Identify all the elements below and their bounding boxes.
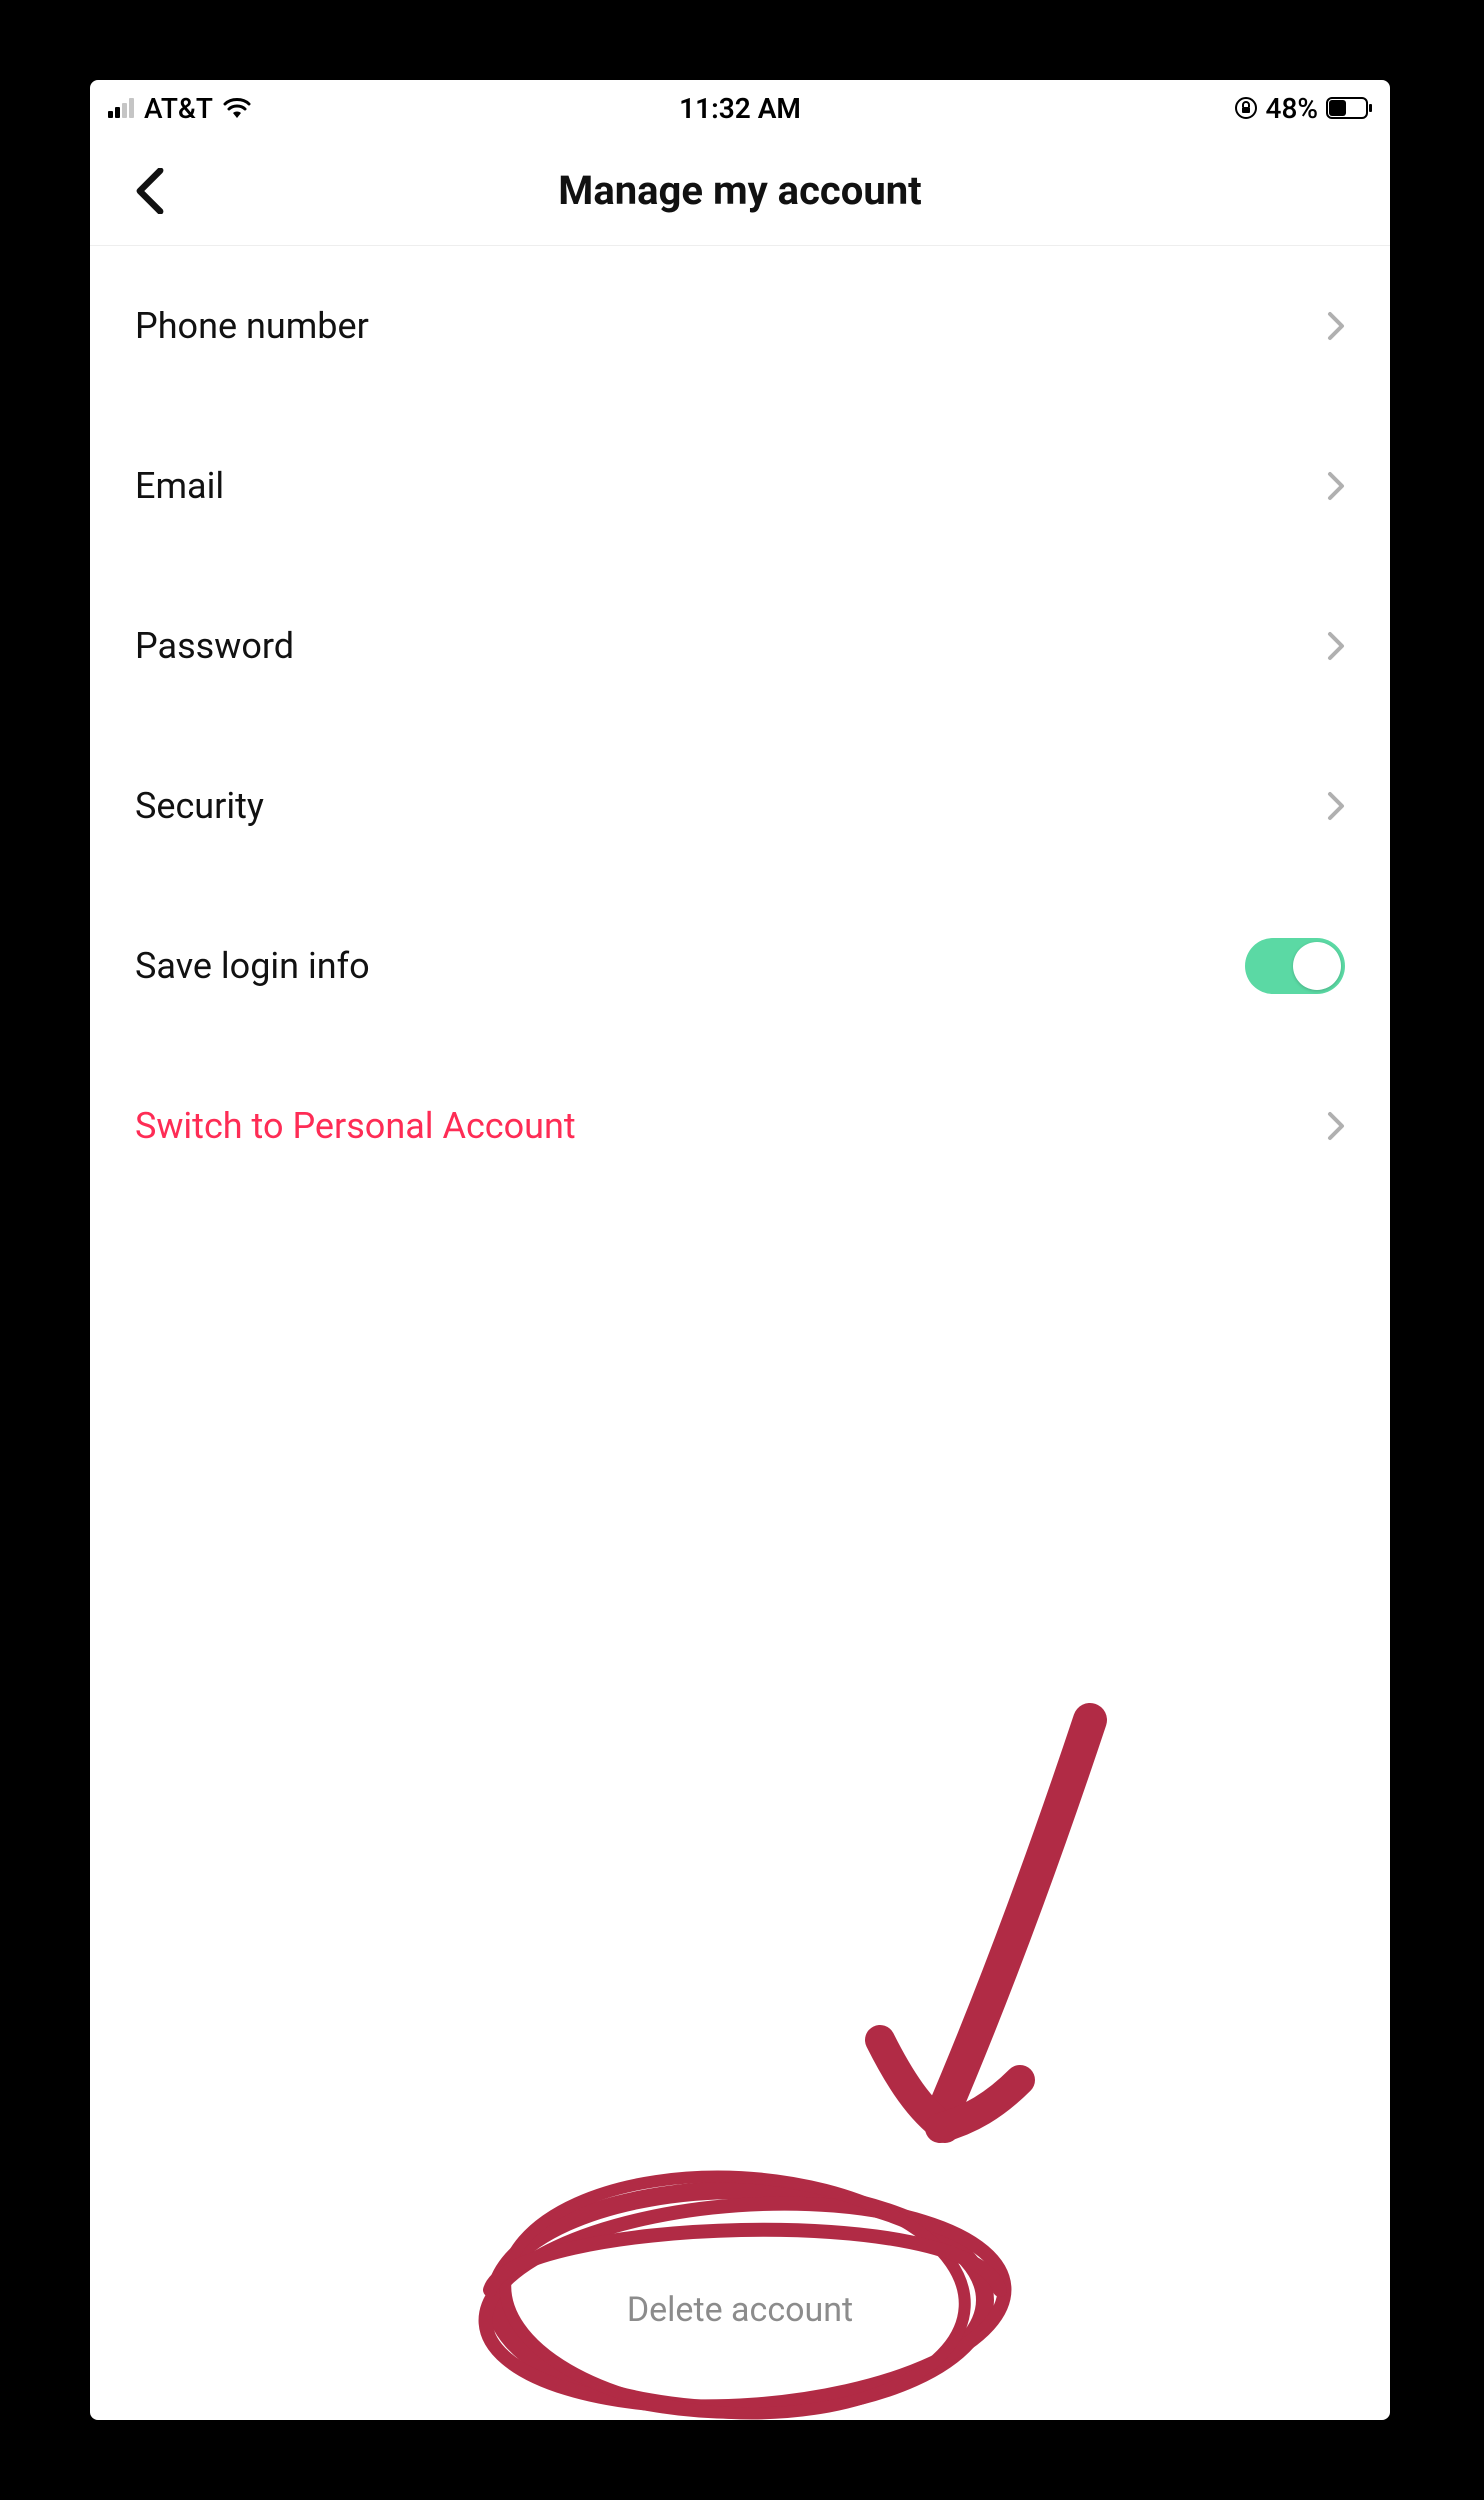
row-password[interactable]: Password bbox=[90, 566, 1390, 726]
row-label: Security bbox=[135, 785, 264, 827]
battery-icon bbox=[1326, 97, 1372, 119]
row-phone-number[interactable]: Phone number bbox=[90, 246, 1390, 406]
row-security[interactable]: Security bbox=[90, 726, 1390, 886]
chevron-left-icon bbox=[133, 168, 167, 214]
row-email[interactable]: Email bbox=[90, 406, 1390, 566]
status-left: AT&T bbox=[108, 92, 251, 125]
delete-account-area: Delete account bbox=[90, 2200, 1390, 2420]
row-save-login-info[interactable]: Save login info bbox=[90, 886, 1390, 1046]
row-label: Save login info bbox=[135, 945, 370, 987]
chevron-right-icon bbox=[1327, 1111, 1345, 1141]
row-switch-account-type[interactable]: Switch to Personal Account bbox=[90, 1046, 1390, 1206]
settings-list: Phone number Email Password Security bbox=[90, 246, 1390, 1206]
chevron-right-icon bbox=[1327, 791, 1345, 821]
status-bar: AT&T 11:32 AM bbox=[90, 80, 1390, 136]
carrier-label: AT&T bbox=[144, 92, 213, 125]
orientation-lock-icon bbox=[1234, 96, 1258, 120]
row-label: Password bbox=[135, 625, 294, 667]
battery-percent: 48% bbox=[1266, 92, 1318, 125]
toggle-switch[interactable] bbox=[1245, 938, 1345, 994]
page-title: Manage my account bbox=[558, 167, 921, 214]
row-label: Phone number bbox=[135, 305, 369, 347]
nav-header: Manage my account bbox=[90, 136, 1390, 246]
back-button[interactable] bbox=[120, 161, 180, 221]
row-label: Switch to Personal Account bbox=[135, 1105, 576, 1147]
row-label: Email bbox=[135, 465, 224, 507]
device-frame: AT&T 11:32 AM bbox=[0, 0, 1484, 2500]
status-time: 11:32 AM bbox=[679, 92, 801, 125]
status-right: 48% bbox=[1234, 92, 1372, 125]
wifi-icon bbox=[223, 97, 251, 119]
signal-icon bbox=[108, 98, 134, 118]
toggle-knob bbox=[1293, 942, 1341, 990]
delete-account-button[interactable]: Delete account bbox=[627, 2290, 853, 2330]
spacer bbox=[90, 1206, 1390, 2200]
chevron-right-icon bbox=[1327, 311, 1345, 341]
phone-screen: AT&T 11:32 AM bbox=[90, 80, 1390, 2420]
chevron-right-icon bbox=[1327, 631, 1345, 661]
chevron-right-icon bbox=[1327, 471, 1345, 501]
